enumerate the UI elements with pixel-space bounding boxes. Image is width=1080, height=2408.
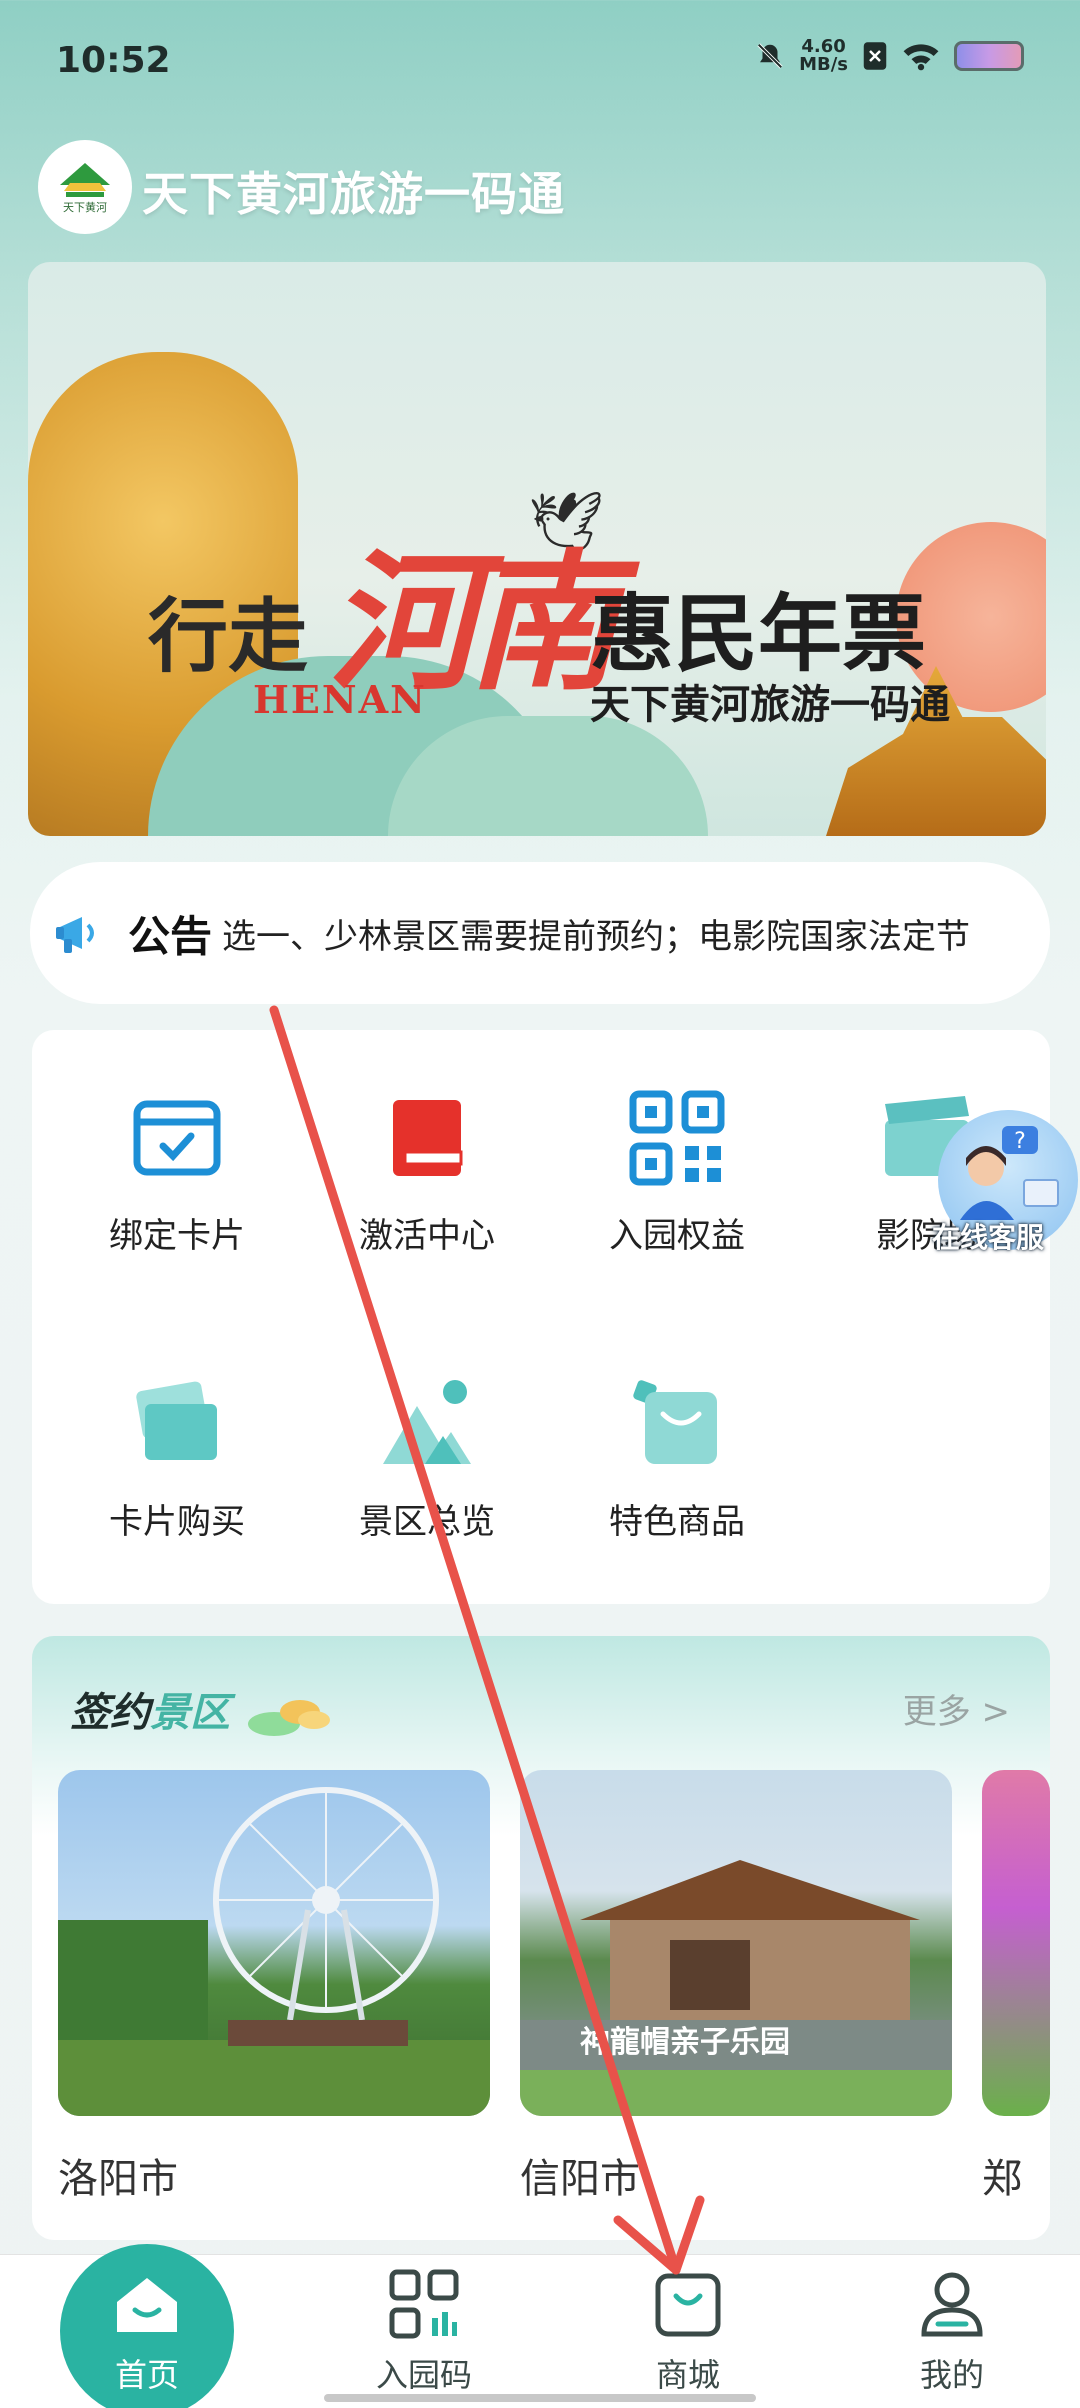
mute-icon <box>757 43 783 69</box>
grid-item-bind-card[interactable]: 绑定卡片 <box>52 1090 302 1257</box>
net-speed: 4.60 MB/s <box>799 36 848 75</box>
mountain-icon <box>383 1380 471 1464</box>
battery-icon <box>954 41 1024 71</box>
nav-item-home[interactable]: 首页 <box>47 2270 247 2396</box>
notice-bar[interactable]: 公告 选一、少林景区需要提前预约；电影院国家法定节 <box>30 862 1050 1004</box>
grid-label: 景区总览 <box>359 1502 495 1542</box>
banner-subtitle: 天下黄河旅游一码通 <box>590 681 950 728</box>
grid-item-scenic-overview[interactable]: 景区总览 <box>302 1376 552 1543</box>
card-bind-icon <box>133 1100 221 1176</box>
grid-label: 入园权益 <box>609 1216 745 1256</box>
nav-label: 商城 <box>655 2356 720 2394</box>
scenic-card-zhengzhou[interactable]: 郑 <box>982 1770 1050 2204</box>
wifi-icon <box>903 44 939 71</box>
app-title: 天下黄河旅游一码通 <box>142 167 565 221</box>
banner-text-left: 行走 <box>148 589 308 683</box>
grid-label: 卡片购买 <box>109 1502 245 1542</box>
service-label: 在线客服 <box>932 1221 1045 1254</box>
grid-label: 绑定卡片 <box>109 1216 245 1256</box>
feature-grid: 绑定卡片 激活中心 入园权益 影院场 卡片购买 景区总览 特色商品 <box>32 1030 1050 1604</box>
book-icon <box>393 1100 463 1176</box>
nav-item-entry-code[interactable]: 入园码 <box>324 2268 524 2396</box>
entry-code-icon <box>389 2269 459 2339</box>
scenic-city: 洛阳市 <box>58 2156 178 2202</box>
section-title: 签约景区 <box>70 1680 334 1740</box>
svg-text:天下黄河: 天下黄河 <box>63 200 107 214</box>
nav-label: 我的 <box>919 2356 984 2394</box>
svg-text:?: ? <box>1014 1129 1026 1154</box>
promo-banner[interactable]: 🕊 行走 河南 HENAN 惠民年票 天下黄河旅游一码通 <box>28 262 1046 836</box>
cloud-icon <box>247 1700 330 1736</box>
sim-off-icon <box>863 42 887 70</box>
shopping-bag-icon <box>633 1380 717 1464</box>
scenic-card-luoyang[interactable]: 洛阳市 <box>58 1770 490 2204</box>
svg-text:神龍帽亲子乐园: 神龍帽亲子乐园 <box>580 2025 790 2060</box>
more-link[interactable]: 更多 > <box>903 1684 1010 1733</box>
signed-scenic-section: 签约景区 更多 > 洛阳市 神龍帽亲子乐园 信阳市 郑 <box>32 1636 1050 2240</box>
online-service-button[interactable]: ? 在线客服 <box>932 1110 1080 1260</box>
card-buy-icon <box>136 1381 217 1460</box>
home-icon <box>117 2278 177 2332</box>
nav-label: 首页 <box>114 2356 179 2394</box>
scenic-card-xinyang[interactable]: 神龍帽亲子乐园 信阳市 <box>520 1770 952 2204</box>
gesture-home-bar[interactable] <box>324 2394 756 2402</box>
status-icons: 4.60 MB/s <box>755 38 1024 74</box>
profile-icon <box>921 2272 983 2337</box>
grid-item-entry-rights[interactable]: 入园权益 <box>552 1090 802 1257</box>
scenic-city: 信阳市 <box>520 2156 640 2202</box>
scenic-photo: 神龍帽亲子乐园 <box>520 1770 952 2116</box>
megaphone-icon <box>56 917 94 953</box>
grid-label: 特色商品 <box>609 1502 745 1542</box>
grid-item-specialty-goods[interactable]: 特色商品 <box>552 1376 802 1543</box>
grid-item-activation[interactable]: 激活中心 <box>302 1090 552 1257</box>
nav-label: 入园码 <box>375 2356 472 2394</box>
nav-item-shop[interactable]: 商城 <box>588 2268 788 2396</box>
status-time: 10:52 <box>56 40 171 81</box>
scenic-photo <box>58 1770 490 2116</box>
nav-item-mine[interactable]: 我的 <box>852 2268 1052 2396</box>
scenic-photo <box>982 1770 1050 2116</box>
app-logo: 天下黄河 <box>38 140 132 234</box>
banner-henan-en: HENAN <box>253 677 427 722</box>
banner-text-right: 惠民年票 <box>590 584 927 683</box>
notice-text: 选一、少林景区需要提前预约；电影院国家法定节 <box>222 916 971 957</box>
grid-label: 激活中心 <box>359 1216 495 1256</box>
grid-item-card-buy[interactable]: 卡片购买 <box>52 1376 302 1543</box>
qr-code-icon <box>629 1090 725 1186</box>
shop-bag-icon <box>655 2273 721 2337</box>
scenic-city: 郑 <box>982 2156 1022 2202</box>
notice-label: 公告 <box>128 911 213 961</box>
